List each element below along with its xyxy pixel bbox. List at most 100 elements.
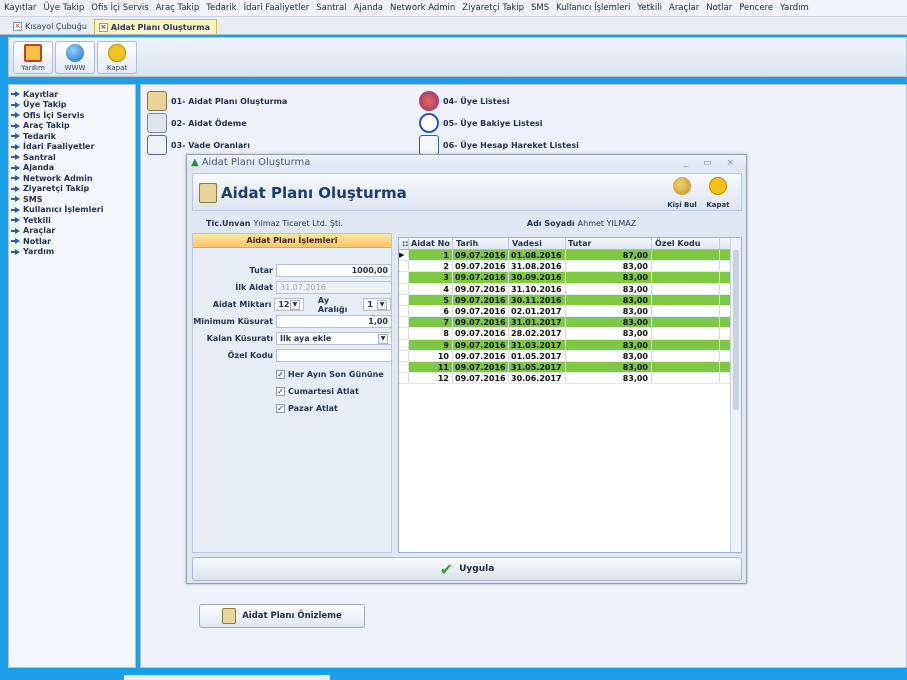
find-person-button[interactable]: Kişi Bul [665, 177, 699, 209]
dues-count-select[interactable]: 12 ▼ [274, 298, 304, 311]
menu-item[interactable]: Ajanda [354, 3, 383, 13]
menu-bar: Kayıtlar Üye Takip Ofis İçi Servis Araç Tak… [0, 0, 907, 17]
table-cell: 12 [409, 373, 453, 384]
www-label: WWW [64, 64, 86, 72]
table-row[interactable]: 7 09.07.2016 31.01.2017 83,00 [399, 317, 741, 329]
special-code-input[interactable] [276, 349, 392, 362]
sidebar-item[interactable]: Kayıtlar [9, 89, 135, 100]
sidebar-item[interactable]: Kullanıcı İşlemleri [9, 205, 135, 216]
menu-item[interactable]: Notlar [706, 3, 732, 13]
arrow-right-icon [11, 112, 20, 119]
menu-item[interactable]: Kayıtlar [4, 3, 36, 13]
help-button[interactable]: Yardım [13, 41, 53, 74]
dialog-titlebar[interactable]: ▲ Aidat Planı Oluşturma _ ▭ × [187, 155, 746, 170]
remainder-select[interactable]: Ilk aya ekle ▼ [276, 332, 392, 345]
table-row[interactable]: 6 09.07.2016 02.01.2017 83,00 [399, 305, 741, 318]
table-row[interactable]: ▶ 1 09.07.2016 01.08.2016 87,00 [399, 250, 741, 262]
shortcut-dues-plan[interactable]: 01- Aidat Planı Oluşturma [147, 91, 287, 111]
menu-item[interactable]: İdari Faaliyetler [244, 3, 310, 13]
shortcut-member-account[interactable]: 06- Üye Hesap Hareket Listesi [419, 135, 579, 155]
apply-button[interactable]: ✔ Uygula [192, 557, 742, 581]
arrow-right-icon [11, 185, 20, 192]
menu-item[interactable]: Tedarik [206, 3, 236, 13]
table-row[interactable]: 11 09.07.2016 31.05.2017 83,00 [399, 361, 741, 374]
menu-item[interactable]: Santral [316, 3, 346, 13]
close-icon[interactable]: × [13, 22, 22, 31]
shortcut-due-rates[interactable]: 03- Vade Oranları [147, 135, 250, 155]
shortcut-member-balance[interactable]: 05- Üye Bakiye Listesi [419, 113, 543, 133]
sidebar-item-label: Üye Takip [23, 100, 67, 110]
menu-item[interactable]: SMS [531, 3, 549, 13]
sidebar-item[interactable]: Ofis İçi Servis [9, 110, 135, 121]
scrollbar-thumb[interactable] [733, 250, 739, 410]
sidebar-item[interactable]: Yetkili [9, 215, 135, 226]
sidebar-item[interactable]: Yardım [9, 247, 135, 258]
skip-saturday-checkbox[interactable]: ✓ Cumartesi Atlat [276, 387, 359, 396]
sidebar-item[interactable]: Araç Takip [9, 121, 135, 132]
month-interval-select[interactable]: 1 ▼ [363, 298, 392, 311]
column-header[interactable]: Vadesi [509, 238, 566, 249]
plan-preview-button[interactable]: Aidat Planı Önizleme [199, 604, 365, 628]
sidebar-item-label: Kayıtlar [23, 89, 59, 99]
sidebar-item[interactable]: Araçlar [9, 226, 135, 237]
sidebar-item[interactable]: SMS [9, 194, 135, 205]
sidebar-item[interactable]: Network Admin [9, 173, 135, 184]
sidebar-item[interactable]: Santral [9, 152, 135, 163]
column-header[interactable]: Tutar [566, 238, 652, 249]
table-row[interactable]: 10 09.07.2016 01.05.2017 83,00 [399, 350, 741, 362]
shortcut-member-list[interactable]: 04- Üye Listesi [419, 91, 510, 111]
grid-scrollbar[interactable] [730, 238, 741, 552]
row-indicator: ▶ [399, 250, 409, 261]
min-fraction-input[interactable]: 1,00 [276, 315, 392, 328]
menu-item[interactable]: Araçlar [669, 3, 699, 13]
table-row[interactable]: 3 09.07.2016 30.09.2016 83,00 [399, 272, 741, 284]
skip-sunday-checkbox[interactable]: ✓ Pazar Atlat [276, 404, 338, 413]
close-app-button[interactable]: Kapat [97, 41, 137, 74]
menu-item[interactable]: Ziyaretçi Takip [462, 3, 524, 13]
menu-item[interactable]: Araç Takip [156, 3, 200, 13]
row-indicator [399, 305, 409, 317]
close-icon[interactable]: × [98, 22, 108, 32]
column-header[interactable]: Özel Kodu [652, 238, 720, 249]
first-due-input[interactable]: 31.07.2016 [276, 281, 392, 294]
menu-item[interactable]: Yetkili [637, 3, 662, 13]
www-button[interactable]: WWW [55, 41, 95, 74]
menu-item[interactable]: Yardım [780, 3, 809, 13]
skip-saturday-label: Cumartesi Atlat [288, 387, 359, 396]
chevron-down-icon[interactable]: ▼ [377, 299, 388, 310]
exit-person-icon [108, 44, 126, 62]
sidebar-item[interactable]: Ziyaretçi Takip [9, 184, 135, 195]
table-row[interactable]: 2 09.07.2016 31.08.2016 83,00 [399, 261, 741, 273]
table-row[interactable]: 9 09.07.2016 31.03.2017 83,00 [399, 339, 741, 351]
sidebar-item[interactable]: Notlar [9, 236, 135, 247]
table-row[interactable]: 5 09.07.2016 30.11.2016 83,00 [399, 294, 741, 306]
menu-item[interactable]: Ofis İçi Servis [91, 3, 148, 13]
chevron-down-icon[interactable]: ▼ [289, 299, 300, 310]
find-person-label: Kişi Bul [667, 201, 697, 209]
sidebar-item[interactable]: Ajanda [9, 163, 135, 174]
column-header[interactable]: Tarih [453, 238, 509, 249]
sidebar-item[interactable]: Tedarik [9, 131, 135, 142]
globe-icon [66, 44, 84, 62]
close-dialog-button[interactable]: Kapat [701, 177, 735, 209]
table-row[interactable]: 8 09.07.2016 28.02.2017 83,00 [399, 328, 741, 340]
menu-item[interactable]: Network Admin [390, 3, 455, 13]
sidebar-item[interactable]: Üye Takip [9, 100, 135, 111]
notebook-icon [199, 183, 217, 203]
menu-item[interactable]: Üye Takip [43, 3, 84, 13]
column-header[interactable]: Aidat No [409, 238, 453, 249]
dues-count-value: 12 [278, 300, 290, 309]
last-day-checkbox[interactable]: ✓ Her Ayın Son Gününe [276, 370, 384, 379]
tab-dues-plan[interactable]: × Aidat Planı Oluşturma [93, 19, 217, 34]
row-indicator [399, 294, 409, 305]
menu-item[interactable]: Pencere [739, 3, 773, 13]
table-row[interactable]: 12 09.07.2016 30.06.2017 83,00 [399, 373, 741, 385]
sidebar-item[interactable]: İdari Faaliyetler [9, 142, 135, 153]
amount-input[interactable]: 1000,00 [276, 264, 392, 277]
table-row[interactable]: 4 09.07.2016 31.10.2016 83,00 [399, 283, 741, 295]
shortcut-dues-payment[interactable]: 02- Aidat Ödeme [147, 113, 247, 133]
menu-item[interactable]: Kullanıcı İşlemleri [556, 3, 630, 13]
tab-shortcut-bar[interactable]: × Kısayol Çubuğu [8, 19, 94, 34]
window-controls[interactable]: _ ▭ × [684, 158, 740, 168]
chevron-down-icon[interactable]: ▼ [378, 333, 388, 344]
